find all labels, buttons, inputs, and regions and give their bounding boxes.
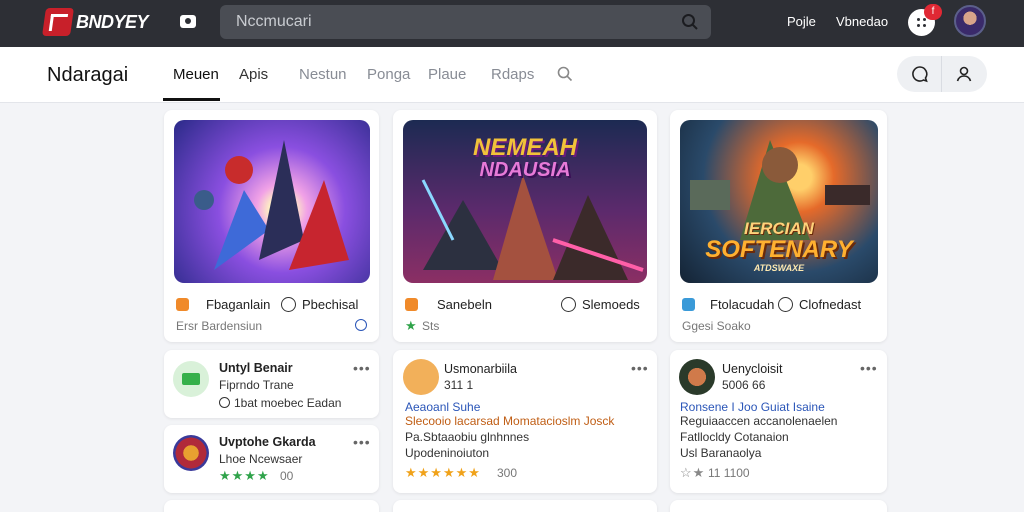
avatar (679, 359, 715, 395)
tab-plaue[interactable]: Plaue (428, 66, 466, 83)
active-tab-indicator (163, 98, 220, 101)
list-item-line: Pa.Sbtaaobiu glnhnnes (405, 430, 530, 444)
card-tag: Clofnedast (799, 297, 862, 312)
game-card[interactable]: IERCIAN SOFTENARY ATDSWAXE Ftolacudah Cl… (670, 110, 887, 342)
list-item-title: Uvptohe Gkarda (219, 435, 316, 449)
rating-count: 300 (497, 466, 518, 480)
card-sub: Ersr Bardensiun (176, 319, 263, 333)
list-item[interactable] (670, 500, 887, 512)
logo-icon (42, 8, 74, 36)
list-item[interactable]: Uvptohe Gkarda Lhoe Ncewsaer ★★★★ 00 ••• (164, 425, 379, 493)
game-card-image (174, 120, 370, 283)
user-icon[interactable] (955, 65, 973, 83)
game-card-image: NEMEAH NDAUSIA (403, 120, 647, 283)
comment-icon (219, 397, 230, 408)
avatar (173, 361, 209, 397)
rating-count: 00 (280, 469, 294, 483)
game-card[interactable]: NEMEAH NDAUSIA Sanebeln Slemoeds ★ Sts (393, 110, 657, 342)
card-title: Fbaganlain (206, 297, 271, 312)
hero-title-line-3: ATDSWAXE (753, 263, 805, 273)
comment-icon (281, 297, 296, 312)
hero-title-line-2: NDAUSIA (479, 159, 571, 181)
list-item-link[interactable]: Ronsene I Joo Guiat Isaine (680, 400, 825, 414)
tab-apis[interactable]: Apis (239, 66, 268, 83)
game-icon (176, 298, 189, 311)
search-bar (220, 5, 711, 39)
game-card[interactable]: Fbaganlain Pbechisal Ersr Bardensiun (164, 110, 379, 342)
more-options-icon[interactable]: ••• (631, 360, 649, 376)
notification-badge[interactable]: f (924, 4, 942, 20)
list-item[interactable]: Usmonarbiila 311 1 ••• Aeaoanl Suhe Slec… (393, 350, 657, 493)
list-item-line: Upodeninoiuton (405, 446, 490, 460)
nav-bar: Ndaragai Meuen Apis Nestun Ponga Plaue R… (0, 47, 1024, 103)
rating-count: 11 1100 (708, 466, 750, 480)
list-item[interactable]: Untyl Benair Fiprndo Trane 1bat moebec E… (164, 350, 379, 418)
search-icon[interactable] (557, 66, 573, 82)
comment-icon (778, 297, 793, 312)
rating-stars: ★★★★★★ (405, 465, 481, 480)
avatar (403, 359, 439, 395)
list-item-title: Uenycloisit (722, 362, 783, 376)
game-card-image: IERCIAN SOFTENARY ATDSWAXE (680, 120, 878, 283)
tab-meuen[interactable]: Meuen (173, 66, 219, 83)
search-icon[interactable] (681, 13, 699, 31)
top-bar: BNDYEY Pojle Vbnedao f (0, 0, 1024, 47)
card-title: Ftolacudah (710, 297, 775, 312)
game-icon (405, 298, 418, 311)
more-options-icon[interactable]: ••• (860, 360, 878, 376)
tab-rdaps[interactable]: Rdaps (491, 66, 534, 83)
list-item-line: Fiprndo Trane (219, 378, 294, 392)
rating-stars: ☆★ (680, 465, 706, 480)
list-item[interactable] (393, 500, 657, 512)
top-link-2[interactable]: Vbnedao (836, 14, 888, 29)
logo-text: BNDYEY (76, 11, 149, 32)
top-link-1[interactable]: Pojle (787, 14, 816, 29)
card-title: Sanebeln (437, 297, 492, 312)
more-options-icon[interactable]: ••• (353, 360, 371, 376)
list-item[interactable] (164, 500, 379, 512)
list-item-highlight: Slecooio lacarsad Momatacioslm Josck (405, 414, 615, 428)
card-tag: Slemoeds (582, 297, 640, 312)
hero-title-line-1: IERCIAN (744, 219, 814, 238)
more-options-icon[interactable]: ••• (353, 434, 371, 450)
star-icon: ★ (405, 318, 417, 333)
list-item-line: Fatllocldy Cotanaion (680, 430, 789, 444)
list-item-line: Usl Baranaolya (680, 446, 762, 460)
comment-icon (561, 297, 576, 312)
list-item[interactable]: Uenycloisit 5006 66 ••• Ronsene I Joo Gu… (670, 350, 887, 493)
camera-icon[interactable] (178, 11, 198, 31)
tab-ponga[interactable]: Ponga (367, 66, 410, 83)
avatar (173, 435, 209, 471)
app-logo[interactable]: BNDYEY (42, 6, 149, 38)
card-tag: Pbechisal (302, 297, 359, 312)
search-input[interactable] (236, 5, 666, 39)
hero-title-line-1: NEMEAH (472, 134, 577, 161)
chat-icon[interactable] (911, 65, 929, 83)
avatar[interactable] (954, 5, 986, 37)
list-item-line: Lhoe Ncewsaer (219, 452, 303, 466)
list-item-title: Untyl Benair (219, 361, 293, 375)
list-item-highlight: Reguiaaccen accanolenaelen (680, 414, 838, 428)
rating-stars: ★★★★ (219, 468, 270, 483)
list-item-title: Usmonarbiila (444, 362, 517, 376)
hero-title-line-2: SOFTENARY (705, 236, 853, 263)
list-item-line: 1bat moebec Eadan (234, 396, 342, 410)
list-item-line: 311 1 (444, 378, 474, 392)
page-title: Ndaragai (47, 64, 129, 86)
game-icon (682, 298, 695, 311)
list-item-line: 5006 66 (722, 378, 766, 392)
list-item-link[interactable]: Aeaoanl Suhe (405, 400, 480, 414)
info-icon[interactable] (355, 319, 367, 331)
card-sub: Sts (422, 319, 440, 333)
tab-nestun[interactable]: Nestun (299, 66, 347, 83)
card-sub: Ggesi Soako (682, 319, 751, 333)
